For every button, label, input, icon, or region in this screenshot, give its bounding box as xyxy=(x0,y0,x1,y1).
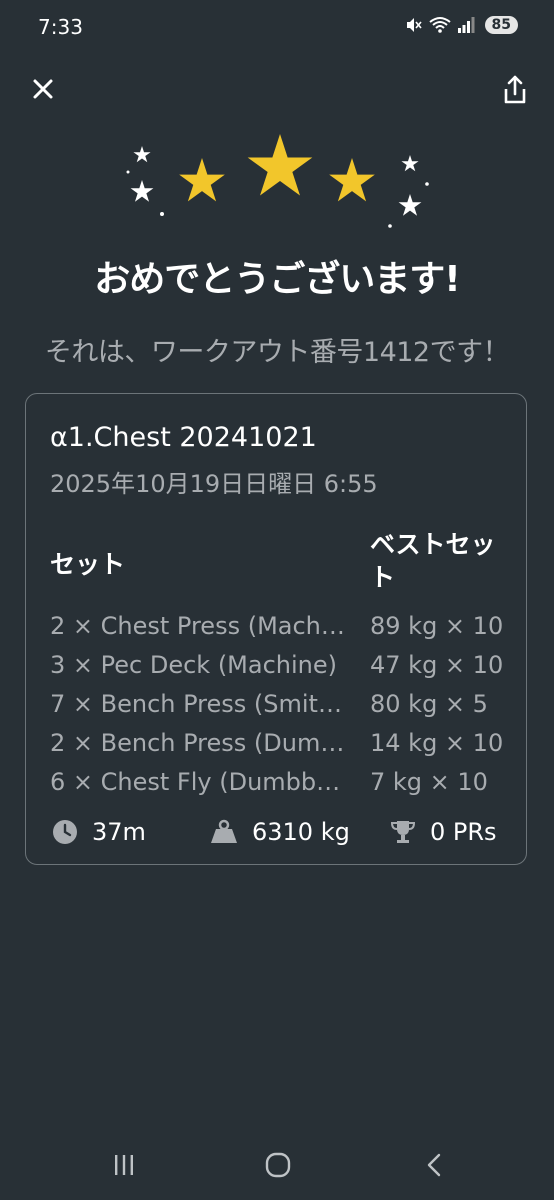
exercise-name: 2 × Chest Press (Machine) xyxy=(50,612,346,640)
clock-icon xyxy=(53,820,77,844)
exercise-row: 6 × Chest Fly (Dumbbell) 7 kg × 10 xyxy=(50,768,520,804)
exercise-row: 7 × Bench Press (Smith Machine) 80 kg × … xyxy=(50,690,520,726)
exercise-name: 2 × Bench Press (Dumbbell) xyxy=(50,729,346,757)
best-set-value: 47 kg × 10 xyxy=(370,651,504,679)
prs-stat: 0 PRs xyxy=(390,818,497,846)
recent-apps-button[interactable] xyxy=(104,1150,144,1180)
workout-summary-card: α1.Chest 20241021 2025年10月19日日曜日 6:55 セッ… xyxy=(25,393,527,865)
exercise-name: 6 × Chest Fly (Dumbbell) xyxy=(50,768,346,796)
star-icon xyxy=(179,134,375,202)
signal-icon xyxy=(457,17,475,33)
exercise-row: 3 × Pec Deck (Machine) 47 kg × 10 xyxy=(50,651,520,687)
battery-badge: 85 xyxy=(484,16,518,34)
status-bar: 7:33 85 xyxy=(0,0,554,56)
exercise-row: 2 × Chest Press (Machine) 89 kg × 10 xyxy=(50,612,520,648)
congrats-heading: おめでとうございます! xyxy=(94,259,460,300)
close-button[interactable] xyxy=(28,74,58,104)
exercise-row: 2 × Bench Press (Dumbbell) 14 kg × 10 xyxy=(50,729,520,765)
volume-value: 6310 kg xyxy=(252,818,350,846)
weight-icon xyxy=(211,819,237,843)
prs-value: 0 PRs xyxy=(430,818,497,846)
home-button[interactable] xyxy=(258,1150,298,1180)
system-nav-bar xyxy=(0,1140,554,1190)
volume-stat: 6310 kg xyxy=(210,818,350,846)
back-icon xyxy=(427,1153,441,1177)
workout-date: 2025年10月19日日曜日 6:55 xyxy=(50,470,378,498)
workout-stats: 37m 6310 kg 0 PRs xyxy=(50,818,520,854)
trophy-icon xyxy=(390,821,416,843)
sets-column-header: セット xyxy=(50,550,126,579)
exercise-name: 7 × Bench Press (Smith Machine) xyxy=(50,690,346,718)
best-set-value: 89 kg × 10 xyxy=(370,612,504,640)
status-time: 7:33 xyxy=(38,15,83,39)
celebration-stars xyxy=(126,134,429,228)
share-button[interactable] xyxy=(500,74,530,106)
best-set-value: 7 kg × 10 xyxy=(370,768,488,796)
close-icon xyxy=(33,79,53,99)
workout-number-text: それは、ワークアウト番号1412です！ xyxy=(44,337,510,368)
best-set-value: 14 kg × 10 xyxy=(370,729,504,757)
recent-apps-icon xyxy=(115,1155,133,1175)
home-icon xyxy=(265,1152,291,1178)
exercise-name: 3 × Pec Deck (Machine) xyxy=(50,651,338,679)
status-icons: 85 xyxy=(405,16,518,34)
duration-stat: 37m xyxy=(52,818,146,846)
back-button[interactable] xyxy=(414,1150,454,1180)
best-set-column-header: ベストセット xyxy=(370,530,496,592)
duration-value: 37m xyxy=(92,818,146,846)
best-set-value: 80 kg × 5 xyxy=(370,690,488,718)
share-icon xyxy=(504,75,526,104)
workout-title: α1.Chest 20241021 xyxy=(50,422,317,453)
wifi-icon xyxy=(428,17,451,33)
mute-icon xyxy=(406,18,422,32)
